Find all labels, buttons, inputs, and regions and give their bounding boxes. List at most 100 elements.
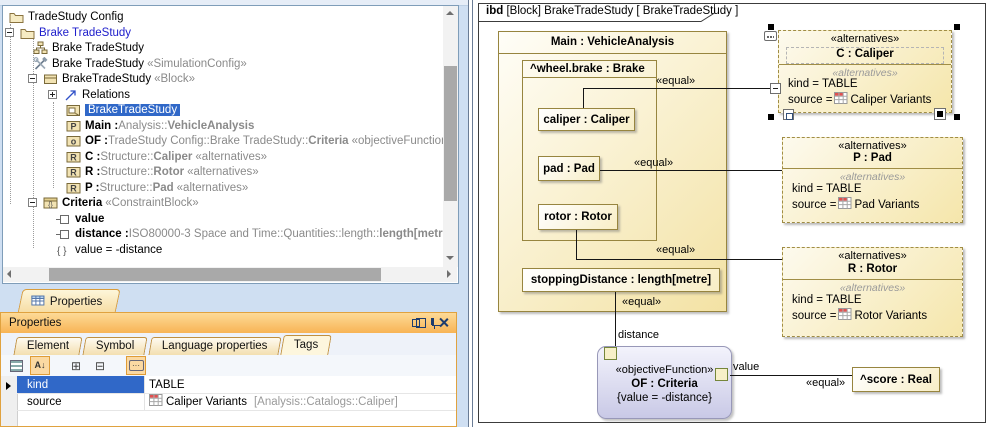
expand-nodes-button[interactable] (66, 356, 86, 375)
tree-item-criteria[interactable]: {} Criteria «ConstraintBlock» (28, 195, 199, 210)
collapse-connector-box[interactable] (770, 83, 781, 94)
panel-splitter[interactable] (468, 0, 469, 427)
collapse-toggle[interactable] (28, 74, 37, 83)
containment-tree[interactable]: TradeStudy Config Brake TradeStudy Brake… (2, 5, 459, 284)
rotor-part[interactable]: rotor : Rotor (538, 204, 618, 230)
c-caliper-alternatives-block[interactable]: «alternatives» C : Caliper «alternatives… (778, 30, 952, 113)
table-icon (838, 308, 852, 323)
tag-row-source[interactable]: source Caliper Variants [Analysis::Catal… (17, 393, 456, 411)
tree-item-distance-param[interactable]: distance : ISO80000-3 Space and Time::Qu… (56, 226, 453, 241)
tag-name-cell[interactable]: kind (17, 376, 145, 393)
tag-name-cell[interactable]: source (17, 393, 145, 410)
equal-connector-caliper[interactable] (583, 88, 770, 89)
tree-item-p-pad[interactable]: R P : Structure:: Pad «alternatives» (66, 180, 248, 195)
pad-part[interactable]: pad : Pad (538, 156, 600, 181)
pin-icon[interactable] (431, 318, 434, 325)
tree-item-brake-tradestudy-diagram[interactable]: Brake TradeStudy (33, 40, 144, 55)
tree-item-constraint-expr[interactable]: { } value = -distance (56, 242, 162, 257)
collapse-toggle[interactable] (28, 198, 37, 207)
show-description-button[interactable] (126, 356, 146, 375)
relations-icon (63, 88, 78, 102)
expand-toggle[interactable] (48, 90, 57, 99)
selection-handle[interactable] (954, 24, 960, 30)
equal-label[interactable]: «equal» (622, 296, 661, 308)
equal-connector-pad[interactable] (600, 170, 782, 171)
properties-panel: Properties Element Symbol Language prope… (0, 312, 457, 427)
smart-manipulator-button[interactable] (783, 109, 794, 120)
selection-handle[interactable] (768, 24, 774, 30)
tree-item-r-rotor[interactable]: R R : Structure:: Rotor «alternatives» (66, 164, 259, 179)
equal-label[interactable]: «equal» (656, 244, 695, 256)
table-icon (149, 394, 163, 409)
equal-connector-value[interactable] (730, 375, 852, 376)
tag-value-detail: [Analysis::Catalogs::Caliper] (254, 396, 398, 408)
close-icon[interactable] (438, 317, 449, 328)
scroll-down-arrow[interactable] (446, 256, 454, 260)
of-criteria-constraint-block[interactable]: «objectiveFunction» OF : Criteria {value… (597, 346, 732, 419)
tab-symbol[interactable]: Symbol (83, 337, 149, 355)
collapse-toggle[interactable] (5, 28, 14, 37)
sort-alphabetically-button[interactable] (30, 356, 50, 375)
tab-language-properties[interactable]: Language properties (148, 337, 281, 355)
stopping-distance-part[interactable]: stoppingDistance : length[metre] (522, 268, 720, 292)
p-pad-alternatives-block[interactable]: «alternatives» P : Pad «alternatives» ki… (782, 137, 963, 223)
scroll-thumb[interactable] (49, 268, 381, 281)
tag-value: TABLE (149, 379, 185, 391)
diagram-kind: ibd (486, 5, 503, 17)
value-parameter-port[interactable] (715, 368, 728, 381)
description-icon (129, 360, 144, 371)
value-role-label[interactable]: value (733, 361, 759, 373)
kind-tag: kind = TABLE (792, 183, 862, 195)
tree-item-relations[interactable]: Relations (48, 87, 130, 102)
tag-name: kind (27, 379, 48, 391)
score-part[interactable]: ^score : Real (852, 367, 940, 392)
equal-connector-rotor[interactable] (576, 259, 782, 260)
caliper-part[interactable]: caliper : Caliper (538, 108, 635, 131)
scroll-right-arrow[interactable] (447, 270, 451, 278)
equal-label[interactable]: «equal» (634, 157, 673, 169)
selection-handle[interactable] (954, 114, 960, 120)
equal-connector-caliper[interactable] (583, 88, 584, 108)
tree-item-main-part[interactable]: P Main : Analysis:: VehicleAnalysis (66, 118, 254, 133)
table-icon (834, 92, 848, 107)
properties-dock-tab[interactable]: Properties (17, 289, 120, 314)
selection-handle[interactable] (768, 114, 774, 120)
tree-label: R : (85, 166, 100, 178)
equal-label[interactable]: «equal» (806, 377, 845, 389)
restore-window-icon[interactable] (412, 319, 420, 327)
scroll-left-arrow[interactable] (7, 270, 11, 278)
tree-horizontal-scrollbar[interactable] (3, 267, 457, 282)
r-rotor-alternatives-block[interactable]: «alternatives» R : Rotor «alternatives» … (782, 247, 963, 337)
tree-item-braketradestudy-ibd[interactable]: BrakeTradeStudy (66, 102, 180, 117)
equal-label[interactable]: «equal» (656, 75, 695, 87)
resize-handle-box[interactable] (934, 108, 946, 120)
scroll-thumb[interactable] (444, 66, 457, 201)
tab-label: Language properties (161, 338, 267, 355)
tab-element[interactable]: Element (13, 337, 82, 355)
tree-item-tradestudy-config[interactable]: TradeStudy Config (9, 9, 123, 24)
compartment-separator (783, 279, 962, 280)
tab-tags[interactable]: Tags (280, 335, 332, 355)
equal-connector-rotor[interactable] (576, 230, 577, 259)
scroll-up-arrow[interactable] (446, 11, 454, 15)
tree-vertical-scrollbar[interactable] (443, 6, 458, 267)
wheel-block-title: ^wheel.brake : Brake (523, 61, 656, 78)
categorized-view-button[interactable] (6, 356, 26, 375)
tag-value-cell[interactable]: Caliper Variants [Analysis::Catalogs::Ca… (145, 394, 398, 409)
tree-type: VehicleAnalysis (167, 120, 254, 132)
tree-item-c-caliper[interactable]: R C : Structure:: Caliper «alternatives» (66, 149, 267, 164)
tree-item-of-objective[interactable]: o OF : TradeStudy Config::Brake TradeStu… (66, 133, 454, 148)
tree-item-simulation-config[interactable]: Brake TradeStudy «SimulationConfig» (33, 56, 247, 71)
tag-value-cell[interactable]: TABLE (145, 379, 185, 391)
tag-row-kind[interactable]: kind TABLE (17, 376, 456, 394)
block-name: P : Pad (783, 152, 962, 164)
tree-item-brake-tradestudy-pkg[interactable]: Brake TradeStudy (5, 25, 131, 40)
distance-role-label[interactable]: distance (618, 329, 659, 341)
tree-item-braketradestudy-block[interactable]: BrakeTradeStudy «Block» (28, 71, 195, 86)
equal-connector-distance[interactable] (615, 292, 616, 346)
distance-parameter-port[interactable] (604, 347, 617, 360)
tree-path: TradeStudy Config::Brake TradeStudy:: (108, 135, 308, 147)
tree-item-value-param[interactable]: value (56, 211, 104, 226)
compartments-button[interactable] (764, 31, 777, 41)
collapse-nodes-button[interactable] (90, 356, 110, 375)
